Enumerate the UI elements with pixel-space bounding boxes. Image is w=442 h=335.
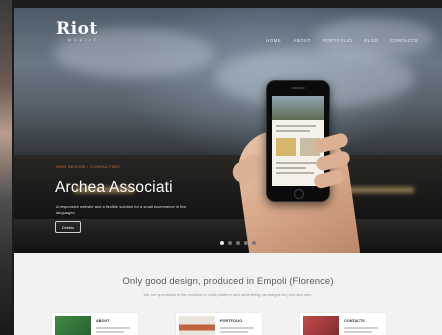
slider-dot[interactable]	[220, 241, 224, 245]
card-thumbnail	[303, 316, 339, 335]
card-label: Contacts	[344, 319, 365, 323]
screen-text-line	[276, 130, 310, 132]
screen-text-line	[276, 167, 306, 169]
card-portfolio[interactable]: Portfolio	[176, 313, 262, 335]
adjacent-thumbnail-strip	[0, 0, 12, 335]
screen-text-line	[276, 125, 316, 127]
card-text-line	[344, 331, 372, 333]
screen-text-line	[276, 172, 314, 174]
screen-block	[276, 138, 296, 156]
nav-item-contacts[interactable]: Contacts	[390, 38, 418, 43]
screen-text-line	[276, 162, 318, 164]
card-text-line	[220, 331, 248, 333]
window-light	[344, 187, 414, 193]
card-thumbnail	[55, 316, 91, 335]
screen-photo	[272, 96, 324, 120]
nav-item-home[interactable]: Home	[266, 38, 281, 43]
nav-item-about[interactable]: About	[293, 38, 311, 43]
card-text-line	[220, 327, 254, 329]
section-headline: Only good design, produced in Empoli (Fl…	[122, 276, 334, 287]
slider-dot[interactable]	[252, 241, 256, 245]
feature-cards: About Portfolio Contacts	[52, 313, 442, 335]
brand-logo[interactable]: Riot M O B I L E	[56, 20, 98, 42]
phone-home-button	[294, 189, 304, 199]
logo-text: Riot	[56, 19, 98, 39]
nav-item-portfolio[interactable]: Portfolio	[323, 38, 353, 43]
hero-title: Archea Associati	[55, 179, 173, 196]
details-button[interactable]: Details	[55, 221, 81, 233]
card-label: Portfolio	[220, 319, 243, 323]
phone-speaker	[291, 87, 305, 89]
hero-description: A responsive website and a flexible solu…	[56, 204, 187, 215]
slider-pagination	[220, 241, 256, 245]
website-preview: Riot M O B I L E Home About Portfolio Bl…	[14, 8, 442, 335]
hero-category-tag[interactable]: Web Design / Consulting	[56, 164, 120, 169]
slider-dot[interactable]	[228, 241, 232, 245]
card-contacts[interactable]: Contacts	[300, 313, 386, 335]
hero-slider: Riot M O B I L E Home About Portfolio Bl…	[14, 8, 442, 253]
slider-dot[interactable]	[244, 241, 248, 245]
card-text-line	[96, 331, 124, 333]
section-subline: We are specialists in the creation of mu…	[143, 292, 313, 297]
slider-dot[interactable]	[236, 241, 240, 245]
card-text-line	[96, 327, 130, 329]
card-text-line	[344, 327, 378, 329]
card-thumbnail	[179, 316, 215, 335]
logo-subtext: M O B I L E	[68, 38, 97, 42]
card-about[interactable]: About	[52, 313, 138, 335]
main-navigation: Home About Portfolio Blog Contacts	[266, 38, 418, 43]
nav-item-blog[interactable]: Blog	[364, 38, 378, 43]
card-label: About	[96, 319, 110, 323]
